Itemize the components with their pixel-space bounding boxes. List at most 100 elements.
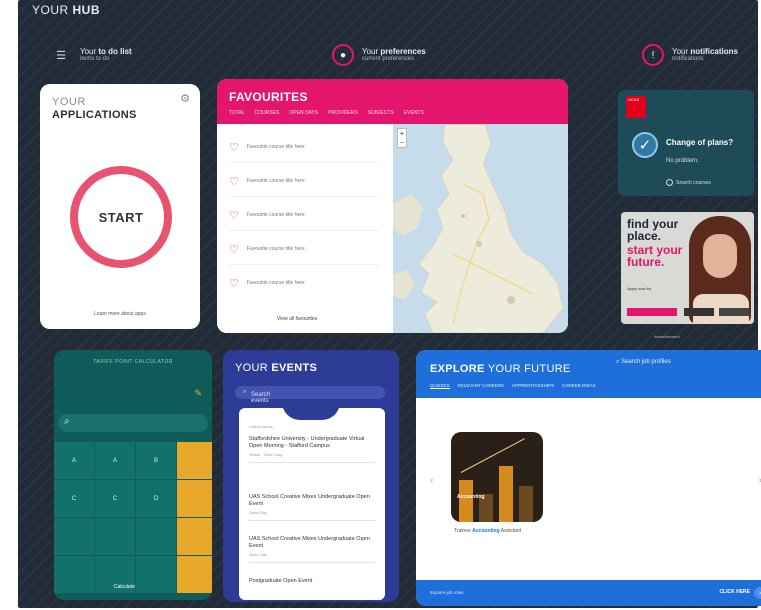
search-courses-link[interactable]: Search courses [666,179,711,186]
hub-title: YOUR HUB [32,3,101,17]
favourites-map[interactable]: + − [393,124,568,333]
list-item[interactable]: Postgraduate Open Event [249,578,375,585]
tab-career-ideas[interactable]: Career Ideas [562,383,596,389]
chevron-left-icon[interactable]: ‹ [430,475,433,486]
career-card-caption[interactable]: Trainee Accounting Assistant [454,528,521,534]
tab-quizzes[interactable]: Quizzes [430,383,450,389]
advert-logo [719,308,749,316]
list-item[interactable]: UAS School Creative Mixes Undergraduate … [249,494,375,522]
grade-cell[interactable] [54,518,94,555]
advert-headline-1: find your place. [627,217,679,243]
favourites-header: FAVOURITES Total Courses Open Days Provi… [217,79,568,124]
list-icon: ☰ [56,49,66,62]
career-card-image[interactable]: Accounting [451,432,543,522]
info-icon: ! [642,44,664,66]
grade-cell[interactable] [136,556,176,593]
zoom-in-button[interactable]: + [398,129,406,138]
grade-cell[interactable] [177,480,212,517]
grade-cell[interactable] [95,518,135,555]
applications-card: YOUR APPLICATIONS ⚙ START Learn more abo… [40,84,200,329]
events-card: YOUR EVENTS ⌕ Search events Latest event… [223,350,399,602]
favourites-list: ♡ Favourite course title here ♡ Favourit… [217,124,393,333]
todo-link[interactable]: ☰ Your to do list items to do [50,44,132,66]
heart-icon[interactable]: ♡ [229,243,239,256]
explore-future-card: EXPLORE YOUR FUTURE ⌕ Search job profile… [416,350,761,606]
favourites-card: FAVOURITES Total Courses Open Days Provi… [217,79,568,333]
hub-background: YOUR HUB ☰ Your to do list items to do ●… [18,0,761,608]
list-item[interactable]: ♡ Favourite course title here [229,174,379,197]
heart-icon[interactable]: ♡ [229,277,239,290]
tab-total[interactable]: Total [229,110,245,116]
explore-footer: Explore job roles CLICK HERE › [416,580,761,606]
grade-cell[interactable]: B [136,442,176,479]
grade-cell[interactable]: C [54,480,94,517]
applications-title-light: YOUR [52,96,86,108]
list-item[interactable]: ♡ Favourite course title here [229,140,379,163]
list-item[interactable]: ♡ Favourite course title here [229,276,379,290]
tab-relevant-careers[interactable]: Relevant Careers [458,383,504,389]
change-of-plans-card[interactable]: UCAS ✓ Change of plans? No problem. Sear… [618,90,754,196]
tab-events[interactable]: Events [404,110,424,116]
tab-courses[interactable]: Courses [255,110,280,116]
grade-cell[interactable]: C [95,480,135,517]
applications-title: APPLICATIONS [52,109,137,121]
tab-subjects[interactable]: Subjects [368,110,394,116]
events-panel-label: Latest events [249,424,273,429]
tab-apprenticeships[interactable]: Apprenticeships [512,383,554,389]
events-panel: Latest events Staffordshire University -… [239,408,385,600]
advert-button[interactable] [627,308,677,316]
grade-cell[interactable] [136,518,176,555]
start-button[interactable]: START [70,166,172,268]
tab-providers[interactable]: Providers [328,110,357,116]
arrow-right-icon[interactable]: › [754,587,761,599]
list-item[interactable]: Staffordshire University - Undergraduate… [249,436,375,464]
advert-headline-2: start your future. [627,243,683,269]
favourites-tabs: Total Courses Open Days Providers Subjec… [229,110,424,116]
calculate-button[interactable]: Calculate [114,584,135,590]
ucas-logo: UCAS [626,96,646,118]
search-icon: ⌕ [64,416,70,427]
grade-cell[interactable] [177,556,212,593]
zoom-out-button[interactable]: − [398,138,406,147]
job-profile-search[interactable]: ⌕ Search job profiles [616,359,671,366]
grade-cell[interactable] [177,442,212,479]
list-item[interactable]: UAS School Creative Mixes Undergraduate … [249,536,375,564]
change-of-plans-question: Change of plans? [666,138,734,147]
gear-icon[interactable]: ⚙ [180,92,190,105]
events-search-placeholder: ⌕ Search events [243,389,271,404]
grade-cell[interactable]: A [54,442,94,479]
list-item[interactable]: ♡ Favourite course title here [229,208,379,231]
heart-icon[interactable]: ♡ [229,175,239,188]
events-title: YOUR EVENTS [235,362,318,374]
list-item[interactable]: ♡ Favourite course title here [229,242,379,265]
favourites-view-all-link[interactable]: View all favourites [277,316,317,322]
uk-map [393,124,568,333]
notifications-link[interactable]: ! Your notifications notifications [642,44,738,66]
grade-cell[interactable]: D [136,480,176,517]
preferences-link[interactable]: ● Your preferences current preferences [332,44,426,66]
advert-banner[interactable]: find your place. start your future. Apply … [621,212,754,324]
tab-open-days[interactable]: Open Days [289,110,318,116]
change-of-plans-sub: No problem. [666,158,699,164]
advert-small-text: Apply now for [627,286,652,291]
grade-cell[interactable] [54,556,94,593]
events-search-input[interactable]: ⌕ Search events [235,386,385,404]
click-here-link[interactable]: CLICK HERE [719,589,750,595]
explore-footer-text: Explore job roles [430,590,464,595]
map-zoom-control: + − [397,128,407,148]
grade-cell[interactable] [177,518,212,555]
checkmark-icon: ✓ [632,132,658,158]
advert-logo [684,308,714,316]
grade-cell[interactable]: A [95,442,135,479]
heart-icon[interactable]: ♡ [229,141,239,154]
explore-tabs: Quizzes Relevant Careers Apprenticeships… [430,383,596,389]
calculator-grid: A A B C C D [54,442,212,600]
applications-footer-link[interactable]: Learn more about apps [40,311,200,317]
calculator-search-input[interactable]: ⌕ [58,414,208,432]
advert-note: Advertisement [654,334,680,339]
arrow-circle-icon [666,179,673,186]
heart-icon[interactable]: ♡ [229,209,239,222]
person-icon: ● [332,44,354,66]
calculator-title: TARIFF POINT CALCULATOR [93,359,173,365]
pencil-icon[interactable]: ✎ [194,388,202,399]
